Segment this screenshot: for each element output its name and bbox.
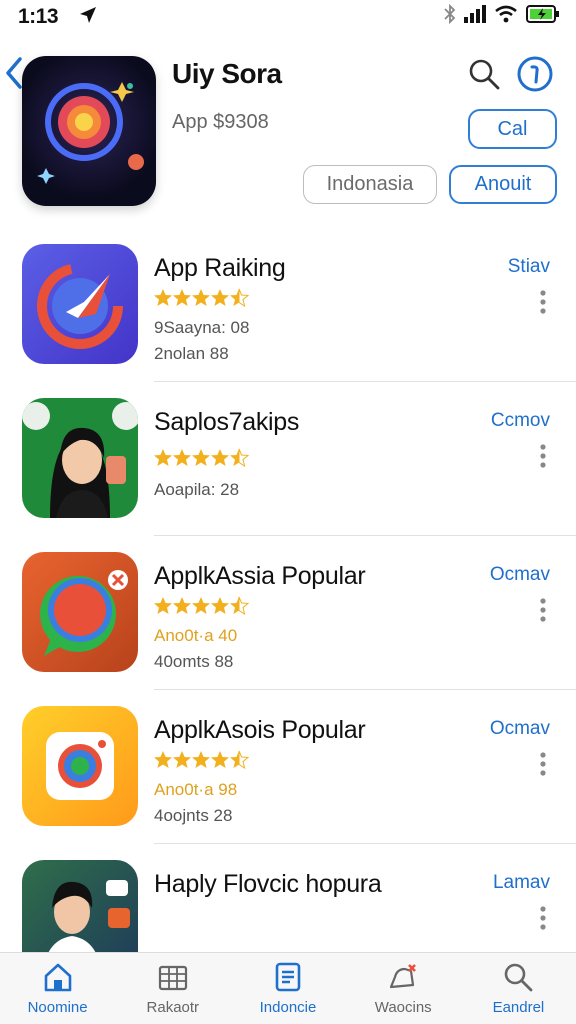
tab-bar: Noomine Rakaotr Indoncie Waocins Eandrel (0, 952, 576, 1024)
get-button[interactable]: Stiav (508, 256, 550, 278)
tab-notifications[interactable]: Waocins (346, 953, 461, 1024)
app-meta-1: Ano0t·a 98 (154, 780, 238, 799)
app-name: App Raiking (154, 254, 286, 282)
get-button[interactable]: Ccmov (491, 410, 550, 432)
app-meta-2: 2nolan 88 (154, 344, 229, 363)
app-name: Haply Flovcic hopura (154, 870, 382, 898)
signal-icon (464, 5, 486, 28)
bluetooth-icon (444, 3, 456, 29)
more-options-icon[interactable] (540, 290, 546, 319)
wifi-icon (494, 5, 518, 28)
app-hero-icon (22, 56, 156, 206)
app-meta-2: Aoapila: 28 (154, 480, 240, 499)
get-button[interactable]: Ocmav (490, 718, 550, 740)
star-rating (153, 288, 253, 308)
tab-label: Indoncie (259, 999, 317, 1016)
app-icon (22, 244, 138, 364)
tab-indonesia[interactable]: Indoncie (230, 953, 345, 1024)
app-meta-1: Ano0t·a 40 (154, 626, 238, 645)
about-button[interactable]: Anouit (449, 165, 557, 204)
status-bar: 1:13 (0, 0, 576, 36)
document-icon (275, 962, 301, 992)
back-chevron-icon[interactable] (4, 56, 24, 95)
region-button[interactable]: Indonasia (303, 165, 437, 204)
notification-icon (390, 964, 417, 989)
tab-label: Eandrel (492, 999, 545, 1016)
search-icon[interactable] (468, 58, 500, 95)
tab-home[interactable]: Noomine (0, 953, 115, 1024)
more-options-icon[interactable] (540, 752, 546, 781)
app-meta-2: 4oojnts 28 (154, 806, 233, 825)
list-item[interactable]: App Raiking 9Saayna: 08 2nolan 88 Stiav (0, 228, 576, 382)
app-name: ApplkAssia Popular (154, 562, 366, 590)
location-icon (78, 6, 98, 29)
star-rating (153, 448, 253, 468)
list-item[interactable]: Saplos7akips Aoapila: 28 Ccmov (0, 382, 576, 536)
tab-label: Rakaotr (146, 999, 200, 1016)
list-item[interactable]: ApplkAssia Popular Ano0t·a 40 40omts 88 … (0, 536, 576, 690)
app-name: Saplos7akips (154, 408, 300, 436)
search-icon (505, 963, 533, 992)
app-icon (22, 706, 138, 826)
app-meta-1: 9Saayna: 08 (154, 318, 250, 337)
more-options-icon[interactable] (540, 444, 546, 473)
tab-ranking[interactable]: Rakaotr (115, 953, 230, 1024)
chart-icon (158, 965, 187, 991)
star-rating (153, 596, 253, 616)
list-item[interactable]: ApplkAsois Popular Ano0t·a 98 4oojnts 28… (0, 690, 576, 844)
page-title: Uiy Sora (172, 58, 282, 89)
get-button[interactable]: Lamav (493, 872, 550, 894)
app-list: App Raiking 9Saayna: 08 2nolan 88 Stiav (0, 228, 576, 998)
call-button[interactable]: Cal (468, 109, 557, 149)
status-time: 1:13 (18, 5, 59, 28)
app-icon (22, 552, 138, 672)
app-subtitle: App $9308 (172, 111, 269, 133)
star-rating (153, 750, 253, 770)
battery-icon (526, 5, 560, 28)
more-options-icon[interactable] (540, 906, 546, 935)
more-options-icon[interactable] (540, 598, 546, 627)
tab-label: Noomine (27, 999, 88, 1016)
tab-label: Waocins (374, 999, 432, 1016)
app-meta-2: 40omts 88 (154, 652, 234, 671)
tab-search[interactable]: Eandrel (461, 953, 576, 1024)
app-name: ApplkAsois Popular (154, 716, 366, 744)
info-icon[interactable] (516, 55, 554, 98)
home-icon (44, 963, 71, 992)
app-icon (22, 398, 138, 518)
get-button[interactable]: Ocmav (490, 564, 550, 586)
